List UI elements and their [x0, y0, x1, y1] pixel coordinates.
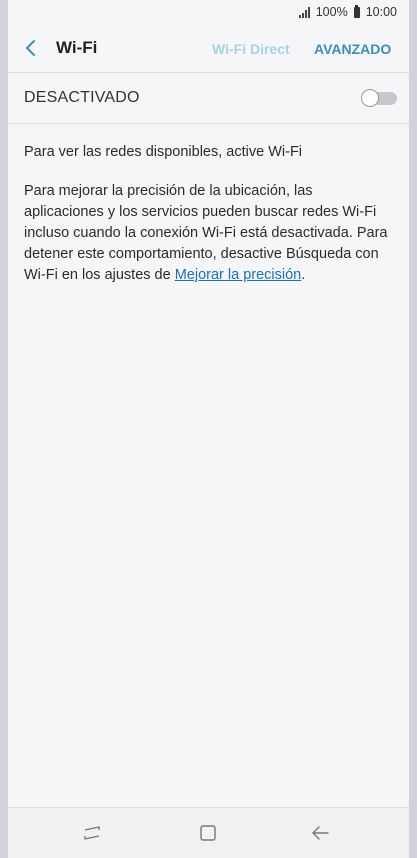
clock: 10:00 — [365, 5, 397, 19]
toggle-divider — [8, 123, 409, 124]
home-icon[interactable] — [196, 821, 220, 845]
signal-icon — [298, 6, 310, 18]
advanced-button[interactable]: AVANZADO — [314, 41, 391, 57]
info-content: Para ver las redes disponibles, active W… — [24, 142, 395, 304]
recent-apps-icon[interactable] — [80, 821, 104, 845]
wifi-direct-button[interactable]: Wi-Fi Direct — [212, 41, 290, 57]
switch-thumb — [361, 89, 379, 107]
info-line-1: Para ver las redes disponibles, active W… — [24, 144, 303, 160]
navigation-bar — [8, 807, 409, 858]
info-paragraph-2: Para mejorar la precisión de la ubicació… — [24, 181, 395, 286]
page-title: Wi-Fi — [56, 38, 98, 57]
wifi-status-label: DESACTIVADO — [24, 89, 140, 106]
wifi-toggle-row[interactable]: DESACTIVADO — [8, 73, 409, 123]
wifi-switch[interactable] — [361, 89, 397, 107]
back-arrow-icon[interactable] — [20, 37, 42, 59]
device-screen: 100% 10:00 Wi-Fi Wi-Fi Direct AVANZADO D… — [0, 0, 417, 858]
battery-percent: 100% — [315, 5, 348, 19]
paragraph-period: . — [301, 267, 306, 283]
status-indicators: 100% 10:00 — [298, 4, 397, 19]
status-bar: 100% 10:00 — [8, 0, 409, 26]
battery-icon — [353, 4, 360, 18]
back-icon[interactable] — [308, 821, 332, 845]
improve-accuracy-link[interactable]: Mejorar la precisión — [175, 267, 302, 283]
app-bar: Wi-Fi Wi-Fi Direct AVANZADO — [8, 26, 409, 72]
side-button — [413, 318, 417, 410]
